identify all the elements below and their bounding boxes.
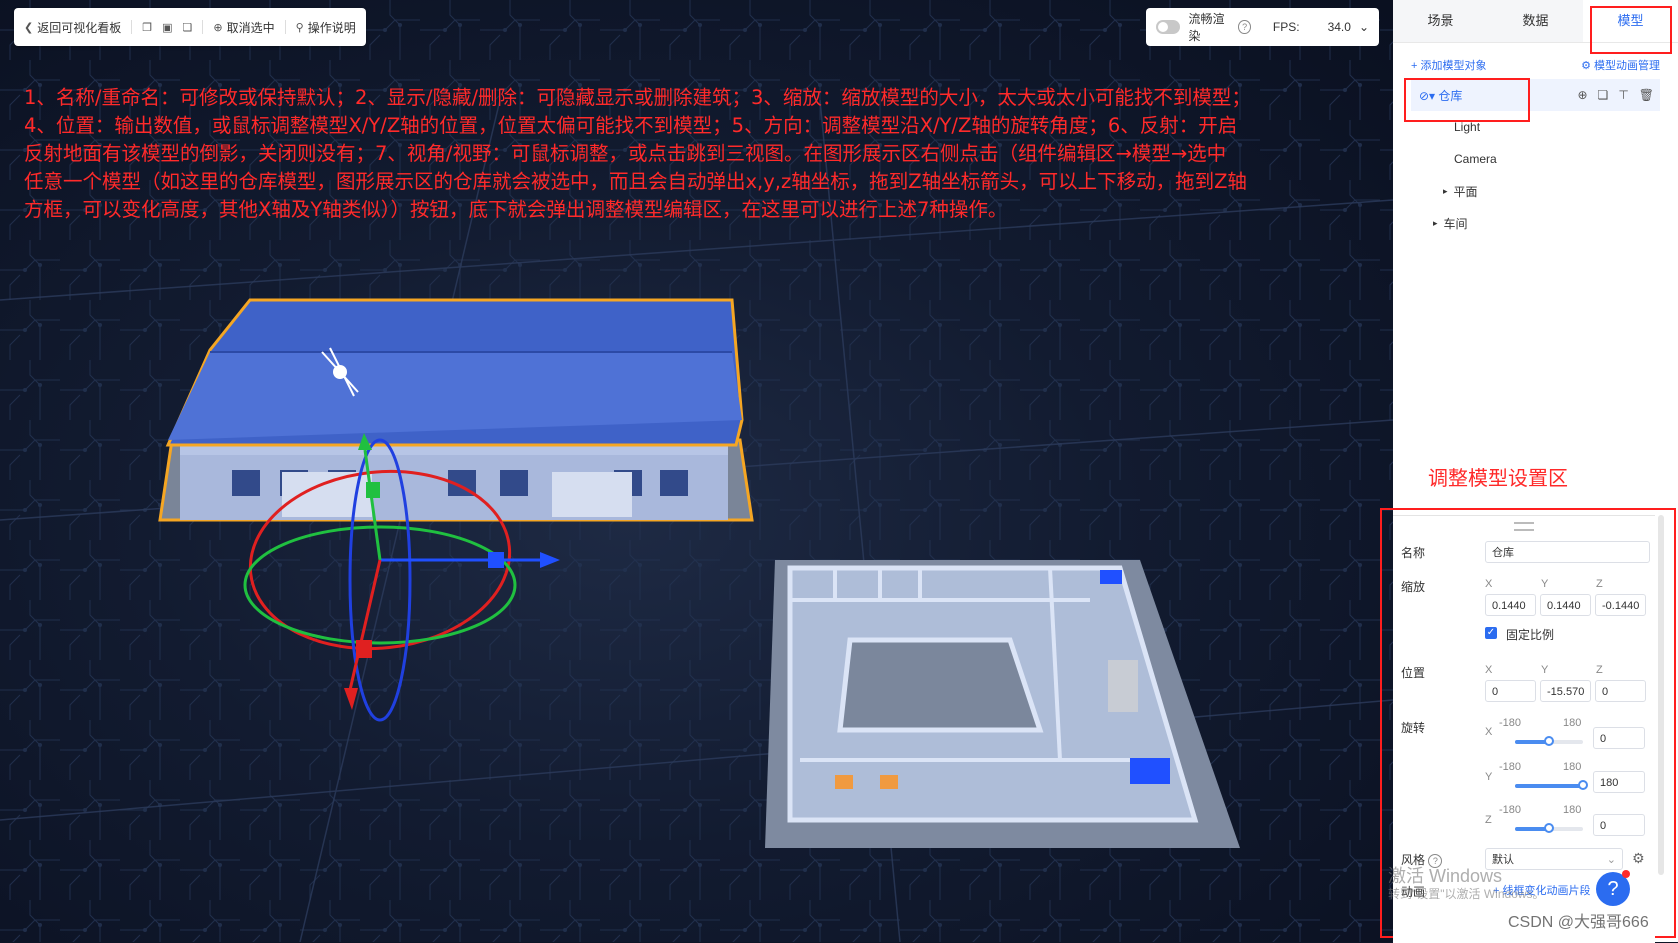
smooth-render-label: 流畅渲染 (1188, 12, 1225, 43)
rotation-max-label: 180 (1563, 804, 1582, 816)
rotation-min-label: -180 (1499, 804, 1522, 816)
fps-label: FPS: (1272, 20, 1300, 34)
caret-right-icon: ▸ (1433, 217, 1438, 228)
layers-icon[interactable]: ▣ (162, 21, 172, 34)
help-button[interactable]: ⚲ 操作说明 (296, 19, 356, 36)
rotation-axis-label: Z (1485, 814, 1492, 826)
anim-manage-button[interactable]: ⚙ 模型动画管理 (1581, 57, 1660, 73)
rotation-axis-label: Y (1485, 771, 1493, 783)
copy-icon[interactable]: ❏ (1598, 88, 1609, 102)
notification-dot (1622, 870, 1630, 878)
pin-icon: ⚲ (295, 21, 304, 34)
axis-z-label: Z (1596, 664, 1603, 676)
name-input[interactable]: 仓库 (1485, 541, 1650, 563)
windows-activation-hint: 转到"设置"以激活 Windows。 (1388, 887, 1545, 901)
annotation-line: 反射地面有该模型的倒影，关闭则没有；7、视角/视野：可鼠标调整，或点击跳到三视图… (24, 142, 1227, 165)
position-y-input[interactable]: -15.570 (1540, 680, 1591, 702)
fps-value: 34.0 (1327, 20, 1351, 34)
editor-scrollbar[interactable] (1658, 515, 1664, 875)
axis-x-label: X (1485, 578, 1493, 590)
help-label: 操作说明 (307, 20, 356, 35)
axis-z-label: Z (1596, 578, 1603, 590)
csdn-watermark: CSDN @大强哥666 (1508, 914, 1649, 931)
chevron-down-icon: ⌄ (1606, 854, 1616, 866)
annotation-line: 1、名称/重命名：可修改或保持默认；2、显示/隐藏/删除：可隐藏显示或删除建筑；… (24, 86, 1251, 109)
highlight-tree-item (1404, 78, 1530, 122)
style-select[interactable]: 默认 ⌄ (1485, 848, 1623, 870)
viewport-toolbar: ❮ 返回可视化看板 ❐ ▣ ❏ ⊕ 取消选中 ⚲ 操作说明 (14, 8, 366, 46)
position-x-input[interactable]: 0 (1485, 680, 1536, 702)
annotation-line: 4、位置：输出数值，或鼠标调整模型X/Y/Z轴的位置，位置太偏可能找不到模型；5… (24, 114, 1238, 137)
3d-viewport[interactable]: ❮ 返回可视化看板 ❐ ▣ ❏ ⊕ 取消选中 ⚲ 操作说明 流畅渲染 ? FPS… (0, 0, 1393, 942)
delete-icon[interactable]: 🗑 (1639, 88, 1654, 102)
copy-icon[interactable]: ❐ (142, 21, 152, 34)
back-label: 返回可视化看板 (37, 20, 122, 35)
highlight-model-tab (1590, 6, 1672, 54)
warehouse-model[interactable] (158, 298, 754, 522)
tab-scene[interactable]: 场景 (1393, 0, 1488, 42)
scale-y-input[interactable]: 0.1440 (1540, 594, 1591, 616)
question-icon[interactable]: ? (1238, 20, 1251, 34)
region-label: 调整模型设置区 (1428, 466, 1568, 490)
tree-item-label: 平面 (1453, 184, 1478, 199)
reflect-icon[interactable]: ⊤ (1618, 88, 1628, 102)
caret-right-icon: ▸ (1443, 185, 1448, 196)
tree-item-label: 车间 (1443, 216, 1468, 231)
add-model-button[interactable]: + 添加模型对象 (1411, 57, 1486, 73)
position-label: 位置 (1401, 666, 1426, 680)
annotation-line: 任意一个模型（如这里的仓库模型，图形展示区的仓库就会被选中，而且会自动弹出x,y… (24, 170, 1247, 193)
chevron-left-icon: ❮ (24, 21, 34, 34)
tree-item-plane[interactable]: ▸ 平面 (1411, 175, 1660, 207)
name-label: 名称 (1401, 546, 1426, 560)
lock-ratio-checkbox[interactable]: ✓ (1485, 627, 1497, 639)
locate-icon[interactable]: ⊕ (1577, 88, 1587, 102)
rotation-max-label: 180 (1563, 717, 1582, 729)
chevron-down-icon[interactable]: ⌄ (1359, 20, 1369, 34)
tab-data[interactable]: 数据 (1488, 0, 1583, 42)
axis-x-label: X (1485, 664, 1493, 676)
position-z-input[interactable]: 0 (1595, 680, 1646, 702)
slider-handle[interactable] (1544, 823, 1554, 833)
rotation-max-label: 180 (1563, 761, 1582, 773)
rotation-min-label: -180 (1499, 717, 1522, 729)
annotation-text: 1、名称/重命名：可修改或保持默认；2、显示/隐藏/删除：可隐藏显示或删除建筑；… (24, 84, 1354, 224)
rotation-y-input[interactable]: 180 (1593, 771, 1645, 793)
divider (131, 20, 133, 34)
annotation-line: 方框，可以变化高度，其他X轴及Y轴类似））按钮，底下就会弹出调整模型编辑区，在这… (24, 198, 1008, 221)
rotation-axis-label: X (1485, 726, 1493, 738)
axis-y-label: Y (1541, 664, 1549, 676)
scale-x-input[interactable]: 0.1440 (1485, 594, 1536, 616)
tree-item-camera[interactable]: Camera (1411, 143, 1660, 175)
deselect-label: 取消选中 (226, 20, 275, 35)
slider-handle[interactable] (1578, 780, 1588, 790)
target-icon: ⊕ (213, 21, 223, 34)
axis-y-label: Y (1541, 578, 1549, 590)
deselect-button[interactable]: ⊕ 取消选中 (213, 19, 274, 36)
duplicate-icon[interactable]: ❏ (183, 21, 193, 34)
divider (202, 20, 204, 34)
gear-icon: ⚙ (1581, 60, 1594, 72)
rotation-z-slider[interactable] (1515, 823, 1583, 833)
render-bar: 流畅渲染 ? FPS: 34.0 ⌄ (1146, 8, 1379, 46)
settings-icon[interactable]: ⚙ (1632, 850, 1645, 867)
rotation-x-slider[interactable] (1515, 736, 1583, 746)
rotation-y-slider[interactable] (1515, 780, 1588, 790)
rotation-x-input[interactable]: 0 (1593, 727, 1645, 749)
rotation-min-label: -180 (1499, 761, 1522, 773)
rotation-z-input[interactable]: 0 (1593, 814, 1645, 836)
rotation-label: 旋转 (1401, 721, 1426, 735)
scale-z-input[interactable]: -0.1440 (1595, 594, 1646, 616)
smooth-render-toggle[interactable] (1156, 20, 1181, 34)
lock-ratio-label: 固定比例 (1506, 628, 1555, 642)
anim-manage-label: 模型动画管理 (1594, 60, 1660, 72)
back-button[interactable]: ❮ 返回可视化看板 (24, 19, 121, 36)
resize-handle[interactable] (1514, 522, 1534, 531)
tree-item-workshop[interactable]: ▸ 车间 (1411, 207, 1660, 239)
slider-handle[interactable] (1544, 736, 1554, 746)
scale-label: 缩放 (1401, 580, 1426, 594)
divider (284, 20, 286, 34)
